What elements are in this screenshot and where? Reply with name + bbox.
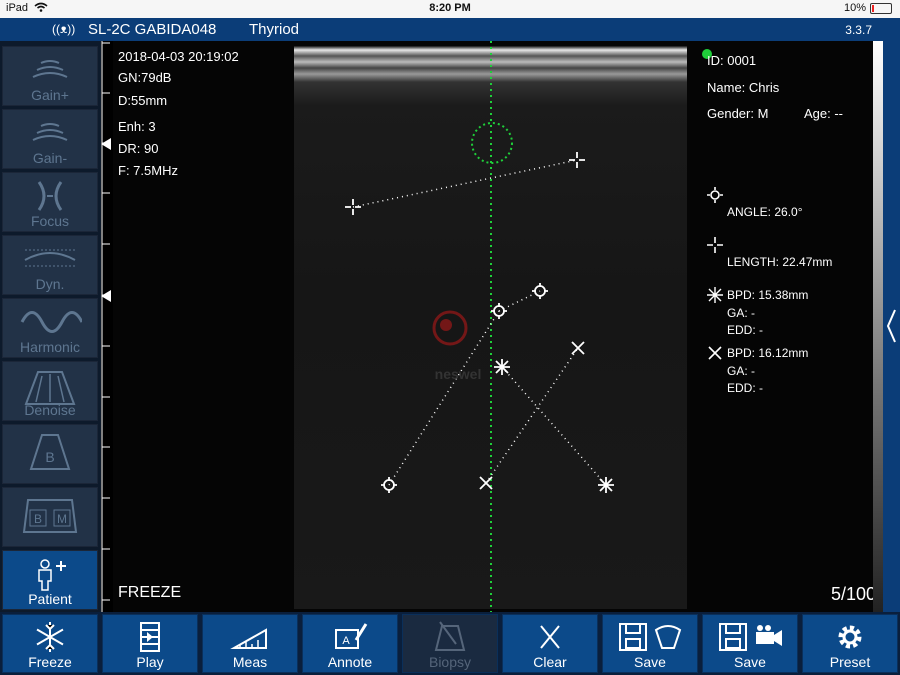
bpd1-ga: GA: - <box>727 306 756 320</box>
wireless-probe-icon: ((ᴥ)) <box>52 22 76 36</box>
clear-button[interactable]: Clear <box>502 614 598 673</box>
play-button[interactable]: Play <box>102 614 198 673</box>
bottom-toolbar: Freeze Play Meas A Annote Biopsy Clear S… <box>0 612 900 675</box>
clear-x-icon <box>540 625 560 649</box>
frame-counter: 5/100 <box>831 584 877 604</box>
header-bar: ((ᴥ)) SL-2C GABIDA048 Thyriod 3.3.7 <box>0 18 900 41</box>
b-mode-button[interactable]: B <box>2 424 98 484</box>
svg-text:B: B <box>45 449 54 465</box>
probe-name: SL-2C GABIDA048 <box>88 21 217 38</box>
preset-button[interactable]: Preset <box>802 614 898 673</box>
chevron-left-icon <box>886 309 896 343</box>
app-version: 3.3.7 <box>845 23 872 37</box>
save-image-icon <box>619 623 682 651</box>
focus-marker-2 <box>101 290 111 302</box>
bm-mode-icon: BM <box>22 499 78 533</box>
film-play-icon <box>140 622 160 652</box>
battery-status: 10% <box>844 2 892 14</box>
brand-watermark <box>432 310 468 346</box>
gain-plus-button[interactable]: Gain+ <box>2 46 98 106</box>
annotate-button[interactable]: A Annote <box>302 614 398 673</box>
bpd2-value: BPD: 16.12mm <box>727 346 809 360</box>
angle-marker-icon <box>707 187 723 203</box>
snowflake-icon <box>36 622 64 652</box>
length-result: LENGTH: 22.47mm <box>727 255 833 269</box>
bm-mode-button[interactable]: BM <box>2 487 98 547</box>
caliper-overlay: neswel <box>345 41 614 612</box>
dynamic-range-button[interactable]: Dyn. <box>2 235 98 295</box>
dynamic-range-readout: DR: 90 <box>118 141 159 156</box>
gain-plus-icon <box>32 60 68 78</box>
bpd2-edd: EDD: - <box>727 381 763 395</box>
watermark-text: neswel <box>435 366 482 382</box>
gain-minus-button[interactable]: Gain- <box>2 109 98 169</box>
depth-scale <box>101 41 110 612</box>
bpd1-value: BPD: 15.38mm <box>727 288 809 302</box>
patient-name: Name: Chris <box>707 80 780 95</box>
biopsy-icon <box>434 621 466 651</box>
ruler-icon <box>230 628 267 649</box>
freeze-status: FREEZE <box>118 584 182 601</box>
gain-readout: GN:79dB <box>118 70 172 85</box>
svg-text:A: A <box>342 635 350 647</box>
gain-minus-icon <box>32 123 68 141</box>
side-panel-toggle[interactable] <box>883 41 900 612</box>
harmonic-button[interactable]: Harmonic <box>2 298 98 358</box>
exam-datetime: 2018-04-03 20:19:02 <box>118 49 239 64</box>
frequency-readout: F: 7.5MHz <box>118 163 178 178</box>
freeze-button[interactable]: Freeze <box>2 614 98 673</box>
save-image-button[interactable]: Save <box>602 614 698 673</box>
angle-result: ANGLE: 26.0° <box>727 205 803 219</box>
b-mode-icon: B <box>29 434 71 470</box>
annotate-icon: A <box>335 623 368 649</box>
grayscale-bar <box>873 41 883 612</box>
bpd2-marker-icon <box>708 346 722 360</box>
patient-gender: Gender: M <box>707 106 769 121</box>
clock: 8:20 PM <box>429 2 471 14</box>
focus-icon <box>37 181 63 211</box>
measure-button[interactable]: Meas <box>202 614 298 673</box>
gear-icon <box>838 625 862 649</box>
patient-age: Age: -- <box>804 106 844 121</box>
exam-preset: Thyriod <box>249 21 300 38</box>
denoise-button[interactable]: Denoise <box>2 361 98 421</box>
harmonic-wave-icon <box>20 311 82 333</box>
dynamic-range-icon <box>24 249 76 267</box>
enhancement-readout: Enh: 3 <box>118 119 156 134</box>
bpd2-ga: GA: - <box>727 364 756 378</box>
save-video-button[interactable]: Save <box>702 614 798 673</box>
focus-marker-1 <box>101 138 111 150</box>
patient-id: ID: 0001 <box>707 53 757 68</box>
denoise-icon <box>24 371 76 405</box>
focus-button[interactable]: Focus <box>2 172 98 232</box>
patient-button[interactable]: Patient <box>2 550 98 610</box>
patient-icon <box>38 559 66 591</box>
length-marker-icon <box>707 237 723 253</box>
ultrasound-image-area[interactable]: neswel 2018-04-03 20:19:02 GN:79dB D:55m… <box>113 41 883 612</box>
svg-text:M: M <box>57 512 67 526</box>
battery-icon <box>870 2 892 14</box>
ios-status-bar: iPad 8:20 PM 10% <box>0 0 900 18</box>
bpd1-edd: EDD: - <box>727 323 763 337</box>
save-video-icon <box>719 623 782 651</box>
svg-text:B: B <box>34 512 42 526</box>
left-toolbar: Gain+ Gain- Focus Dyn. Harmonic Denoise … <box>0 41 101 612</box>
bpd1-marker-icon <box>707 287 723 303</box>
biopsy-button[interactable]: Biopsy <box>402 614 498 673</box>
depth-readout: D:55mm <box>118 93 168 108</box>
